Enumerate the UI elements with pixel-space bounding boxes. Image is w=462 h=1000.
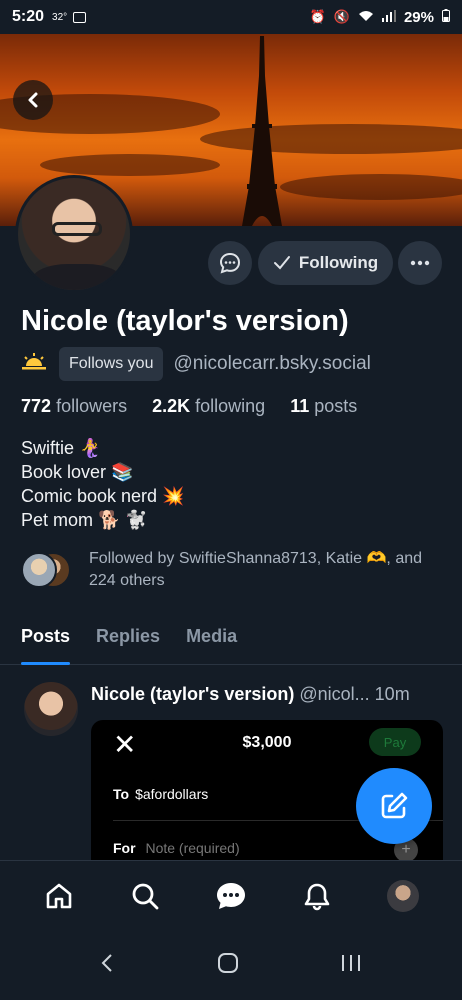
- profile-handle[interactable]: @nicolecarr.bsky.social: [173, 353, 370, 375]
- post-header: Nicole (taylor's version) @nicol... 10m: [91, 684, 410, 705]
- mute-icon: 🔇: [333, 9, 350, 24]
- profile-stats: 772 followers 2.2K following 11 posts: [21, 396, 377, 417]
- eiffel-tower-image: [242, 36, 282, 226]
- follower-avatar: [21, 552, 57, 588]
- chevron-left-icon: [101, 953, 113, 972]
- for-placeholder: Note (required): [145, 840, 240, 856]
- rounded-square-icon: [217, 952, 238, 973]
- status-time: 5:20: [12, 8, 45, 25]
- posts-stat: 11 posts: [290, 396, 367, 416]
- status-bar: 5:20 32° ⏰ 🔇 29%: [0, 0, 462, 34]
- post-author-avatar[interactable]: [24, 682, 78, 736]
- follows-you-badge: Follows you: [59, 347, 164, 381]
- bio-line: Book lover 📚: [21, 462, 134, 482]
- followed-by-section[interactable]: Followed by SwiftieShanna8713, Katie 🫶, …: [21, 548, 441, 594]
- following-label: Following: [298, 253, 379, 272]
- compose-icon: [381, 792, 408, 819]
- to-label: To: [113, 786, 130, 802]
- for-label: For: [113, 840, 136, 856]
- following-count: 2.2K: [152, 396, 191, 416]
- posts-label: posts: [314, 396, 358, 416]
- bio-line: Comic book nerd 💥: [21, 486, 185, 506]
- chevron-left-icon: [28, 92, 38, 108]
- following-stat[interactable]: 2.2K following: [152, 396, 275, 416]
- bottom-navigation: [0, 860, 462, 930]
- nav-profile[interactable]: [381, 874, 425, 918]
- more-horizontal-icon: [410, 260, 430, 266]
- chat-icon: [217, 882, 245, 909]
- alarm-icon: ⏰: [309, 9, 326, 24]
- back-button[interactable]: [13, 80, 53, 120]
- profile-display-name: Nicole (taylor's version): [21, 305, 349, 337]
- nav-chat[interactable]: [209, 874, 253, 918]
- nav-notifications[interactable]: [295, 874, 339, 918]
- sunrise-icon: [21, 352, 49, 377]
- more-options-button[interactable]: [398, 241, 442, 285]
- profile-avatar[interactable]: [15, 175, 133, 293]
- profile-meta-row: Follows you @nicolecarr.bsky.social: [21, 347, 371, 381]
- image-icon: [73, 11, 87, 23]
- status-temperature: 32°: [52, 11, 68, 23]
- system-home-button[interactable]: [217, 952, 239, 979]
- battery-icon: [442, 8, 450, 26]
- profile-tabs: Posts Replies Media: [0, 618, 462, 665]
- recent-apps-icon: [341, 954, 360, 971]
- battery-percent: 29%: [403, 8, 434, 26]
- check-icon: [273, 256, 290, 270]
- followers-label: followers: [56, 396, 128, 416]
- signal-icon: [381, 9, 396, 26]
- search-icon: [132, 883, 159, 909]
- user-avatar: [387, 879, 419, 912]
- post-author-handle: @nicol...: [299, 684, 370, 704]
- glasses-detail: [52, 222, 102, 236]
- followers-stat[interactable]: 772 followers: [21, 396, 137, 416]
- payment-for-row: For Note (required): [113, 840, 240, 856]
- following-stat-label: following: [195, 396, 266, 416]
- nav-home[interactable]: [37, 874, 81, 918]
- profile-bio: Swiftie 🧜‍♀️ Book lover 📚 Comic book ner…: [21, 436, 184, 532]
- followers-count: 772: [21, 396, 52, 416]
- message-button[interactable]: [208, 241, 252, 285]
- payment-to-row: To $afordollars: [113, 786, 208, 802]
- pay-button-image: Pay: [369, 728, 421, 756]
- followed-by-text: Followed by SwiftieShanna8713, Katie 🫶, …: [89, 550, 423, 589]
- following-button[interactable]: Following: [258, 241, 393, 285]
- tab-posts[interactable]: Posts: [21, 618, 71, 665]
- post-time: 10m: [374, 684, 410, 704]
- post-author-name[interactable]: Nicole (taylor's version): [91, 684, 294, 704]
- system-back-button[interactable]: [100, 953, 116, 978]
- home-icon: [46, 883, 72, 908]
- system-navigation-bar: [0, 930, 462, 1000]
- compose-post-button[interactable]: [356, 768, 432, 844]
- system-recents-button[interactable]: [340, 953, 362, 978]
- chat-bubble-icon: [219, 252, 241, 274]
- bio-line: Swiftie 🧜‍♀️: [21, 438, 102, 458]
- nav-search[interactable]: [123, 874, 167, 918]
- bell-icon: [304, 883, 330, 910]
- posts-count: 11: [290, 396, 310, 416]
- tab-replies[interactable]: Replies: [96, 618, 160, 665]
- to-value: $afordollars: [135, 786, 209, 802]
- wifi-icon: [358, 9, 374, 26]
- tab-media[interactable]: Media: [186, 618, 237, 665]
- bio-line: Pet mom 🐕 🐩: [21, 510, 148, 530]
